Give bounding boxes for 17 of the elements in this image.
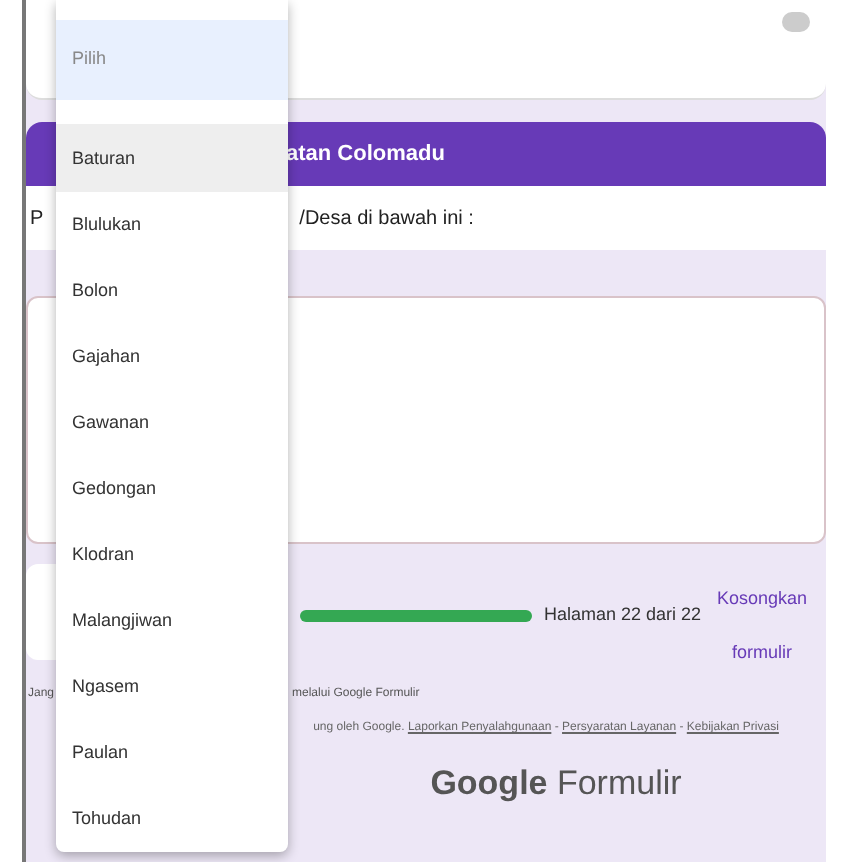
instruction-text: P — [30, 205, 44, 233]
dropdown-option[interactable]: Tohudan — [56, 786, 288, 852]
dropdown-option[interactable]: Bolon — [56, 258, 288, 324]
page-indicator: Halaman 22 dari 22 — [544, 602, 702, 628]
instruction-text: /Desa di bawah ini : — [299, 205, 474, 233]
clear-form-link[interactable]: Kosongkan formulir — [706, 572, 818, 680]
dropdown-option[interactable]: Gedongan — [56, 456, 288, 522]
dropdown-option[interactable]: Gajahan — [56, 324, 288, 390]
section-title: atan Colomadu — [286, 139, 445, 170]
dropdown-option[interactable]: Paulan — [56, 720, 288, 786]
dropdown-option[interactable]: Blulukan — [56, 192, 288, 258]
dropdown-option[interactable]: Gawanan — [56, 390, 288, 456]
dropdown-option[interactable]: Baturan — [56, 126, 288, 192]
google-forms-logo: Google Formulir — [430, 764, 682, 802]
dropdown-option[interactable]: Malangjiwan — [56, 588, 288, 654]
dropdown-option[interactable]: Klodran — [56, 522, 288, 588]
dropdown-option[interactable]: Ngasem — [56, 654, 288, 720]
